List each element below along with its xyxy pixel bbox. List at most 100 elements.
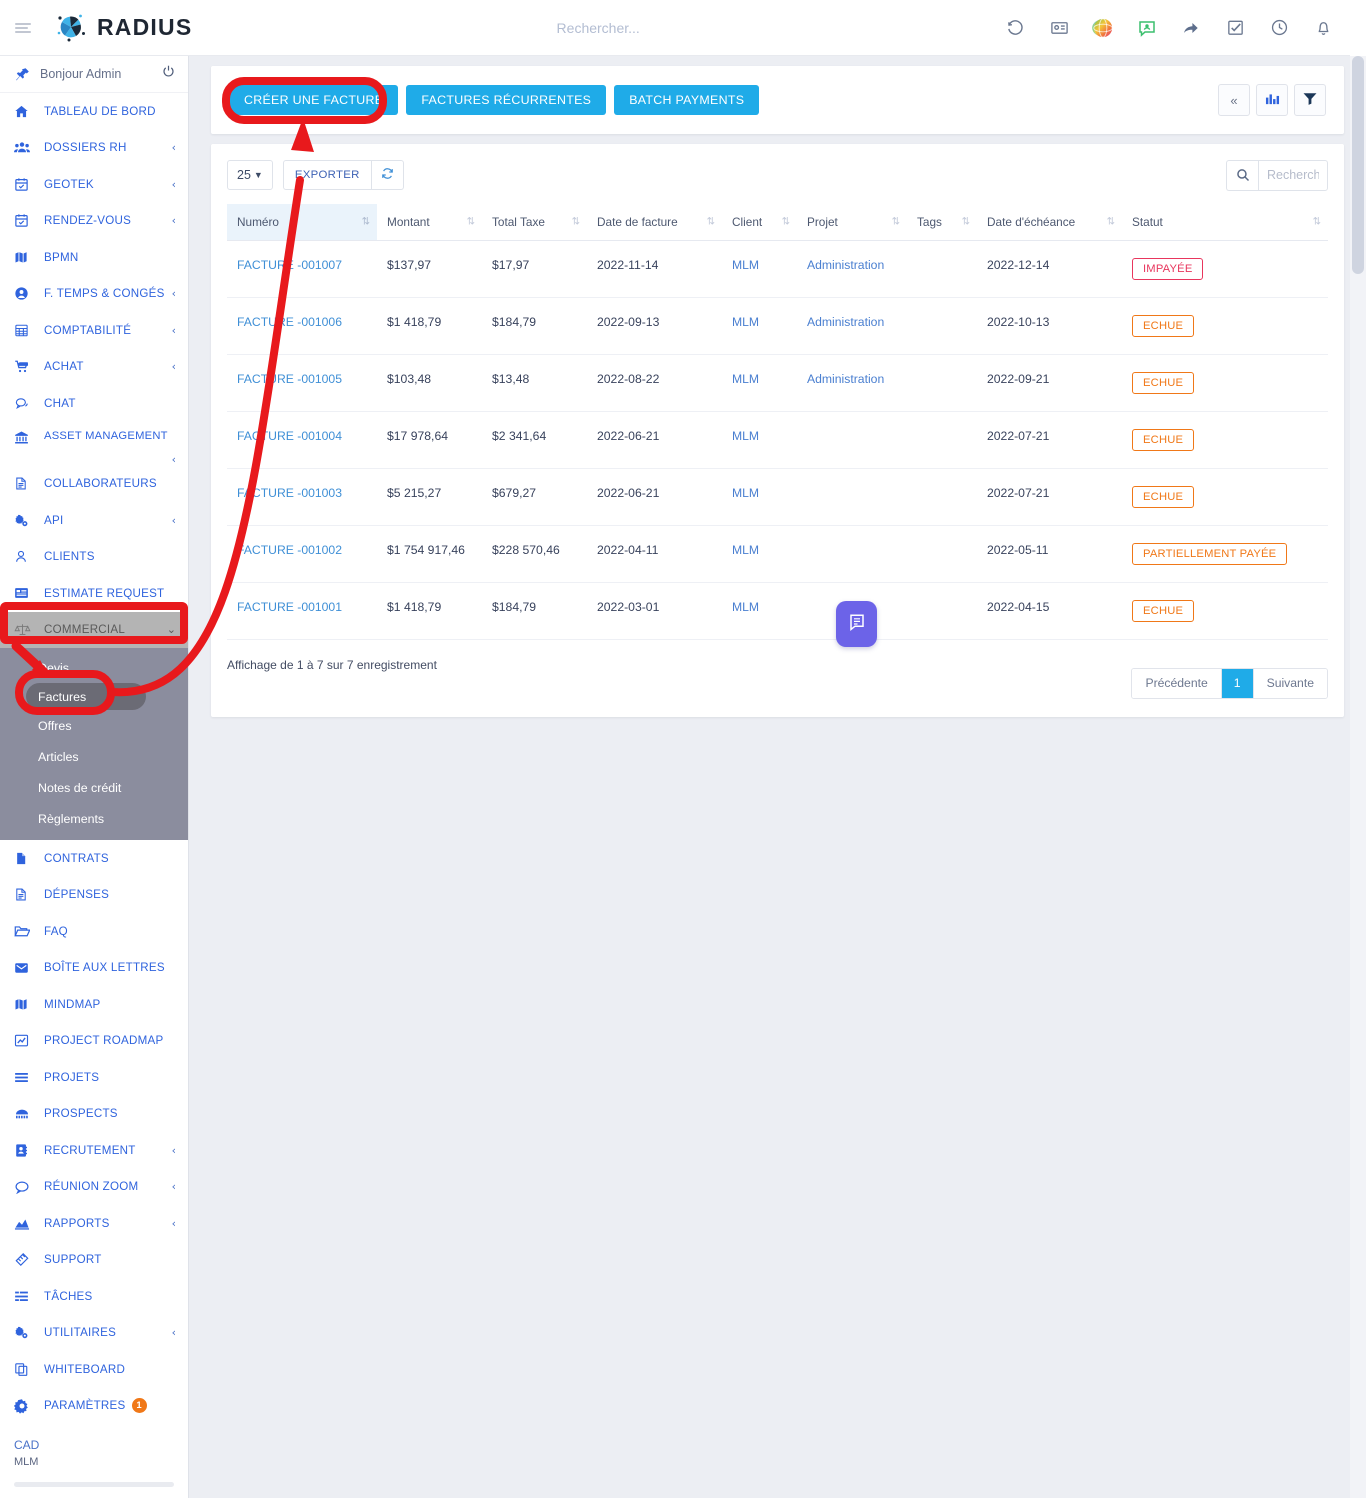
project-link[interactable]: Administration: [807, 372, 884, 386]
sidebar-item-support[interactable]: SUPPORT: [0, 1242, 188, 1279]
client-link[interactable]: MLM: [732, 429, 759, 443]
table-row[interactable]: FACTURE -001005 $103,48 $13,48 2022-08-22 ML…: [227, 354, 1328, 412]
client-link[interactable]: MLM: [732, 486, 759, 500]
filter-button[interactable]: [1294, 84, 1326, 116]
sidebar-item-faq[interactable]: FAQ: [0, 913, 188, 950]
invoice-number-link[interactable]: FACTURE -001005: [237, 372, 342, 386]
table-row[interactable]: FACTURE -001006 $1 418,79 $184,79 2022-09-1…: [227, 297, 1328, 355]
history-icon[interactable]: [1004, 17, 1026, 39]
pagination-page-1[interactable]: 1: [1220, 669, 1254, 698]
submenu-item-devis[interactable]: Devis: [0, 652, 188, 683]
sidebar-item-projets[interactable]: PROJETS: [0, 1059, 188, 1096]
sidebar-item-contrats[interactable]: CONTRATS: [0, 840, 188, 877]
scrollbar-thumb[interactable]: [1352, 56, 1364, 274]
column-header-projet[interactable]: Projet ⇅: [797, 204, 907, 241]
contact-card-icon[interactable]: [1048, 17, 1070, 39]
sidebar-item-taches[interactable]: TÂCHES: [0, 1278, 188, 1315]
invoice-number-link[interactable]: FACTURE -001004: [237, 429, 342, 443]
project-link[interactable]: Administration: [807, 258, 884, 272]
sidebar-item-rapports[interactable]: RAPPORTS ‹: [0, 1205, 188, 1242]
column-header-client[interactable]: Client ⇅: [722, 204, 797, 241]
collapse-button[interactable]: «: [1218, 84, 1250, 116]
global-search[interactable]: [192, 18, 1004, 37]
sidebar-item-temps-conges[interactable]: F. TEMPS & CONGÉS ‹: [0, 276, 188, 313]
pagination-next[interactable]: Suivante: [1253, 669, 1327, 698]
sidebar-item-boite-aux-lettres[interactable]: BOÎTE AUX LETTRES: [0, 950, 188, 987]
invoice-number-link[interactable]: FACTURE -001002: [237, 543, 342, 557]
recurring-invoices-button[interactable]: FACTURES RÉCURRENTES: [406, 85, 607, 115]
sidebar-item-commercial[interactable]: COMMERCIAL ⌄: [0, 611, 188, 648]
sidebar-item-estimate-request[interactable]: ESTIMATE REQUEST: [0, 575, 188, 612]
sidebar-item-depenses[interactable]: DÉPENSES: [0, 877, 188, 914]
invoice-number-link[interactable]: FACTURE -001001: [237, 600, 342, 614]
sidebar-item-comptabilite[interactable]: COMPTABILITÉ ‹: [0, 312, 188, 349]
create-invoice-button[interactable]: CRÉER UNE FACTURE: [229, 85, 399, 115]
sidebar-item-asset-management[interactable]: ASSET MANAGEMENT ‹: [0, 422, 188, 466]
sidebar-item-achat[interactable]: ACHAT ‹: [0, 349, 188, 386]
table-row[interactable]: FACTURE -001003 $5 215,27 $679,27 2022-06-2…: [227, 468, 1328, 526]
column-header-tags[interactable]: Tags ⇅: [907, 204, 977, 241]
sidebar-item-reunion-zoom[interactable]: RÉUNION ZOOM ‹: [0, 1169, 188, 1206]
column-header-montant[interactable]: Montant ⇅: [377, 204, 482, 241]
sidebar-scroll-indicator[interactable]: [14, 1482, 174, 1487]
sidebar-item-utilitaires[interactable]: UTILITAIRES ‹: [0, 1315, 188, 1352]
sidebar-item-collaborateurs[interactable]: COLLABORATEURS: [0, 466, 188, 503]
clock-icon[interactable]: [1268, 17, 1290, 39]
sidebar-item-api[interactable]: API ‹: [0, 502, 188, 539]
page-scrollbar[interactable]: [1350, 0, 1366, 1498]
invoice-number-link[interactable]: FACTURE -001003: [237, 486, 342, 500]
batch-payments-button[interactable]: BATCH PAYMENTS: [614, 85, 760, 115]
sidebar-item-dossiers-rh[interactable]: DOSSIERS RH ‹: [0, 130, 188, 167]
sidebar-item-prospects[interactable]: PROSPECTS: [0, 1096, 188, 1133]
submenu-item-reglements[interactable]: Règlements: [0, 803, 188, 834]
column-header-total-taxe[interactable]: Total Taxe ⇅: [482, 204, 587, 241]
sidebar-item-recrutement[interactable]: RECRUTEMENT ‹: [0, 1132, 188, 1169]
global-search-input[interactable]: [433, 18, 764, 37]
column-header-date-echeance[interactable]: Date d'échéance ⇅: [977, 204, 1122, 241]
sidebar-item-clients[interactable]: CLIENTS: [0, 539, 188, 576]
pagination-previous[interactable]: Précédente: [1132, 669, 1221, 698]
submenu-item-offres[interactable]: Offres: [0, 710, 188, 741]
share-forward-icon[interactable]: [1180, 17, 1202, 39]
chat-fab-button[interactable]: [836, 601, 877, 647]
invoice-number-link[interactable]: FACTURE -001007: [237, 258, 342, 272]
sidebar-item-chat[interactable]: CHAT: [0, 385, 188, 422]
column-header-statut[interactable]: Statut ⇅: [1122, 204, 1328, 241]
sidebar-item-rendez-vous[interactable]: RENDEZ-VOUS ‹: [0, 203, 188, 240]
statistics-button[interactable]: [1256, 84, 1288, 116]
submenu-item-factures[interactable]: Factures: [26, 683, 146, 710]
globe-color-icon[interactable]: [1092, 17, 1114, 39]
column-header-date-facture[interactable]: Date de facture ⇅: [587, 204, 722, 241]
submenu-item-articles[interactable]: Articles: [0, 741, 188, 772]
submenu-item-notes-de-credit[interactable]: Notes de crédit: [0, 772, 188, 803]
client-link[interactable]: MLM: [732, 372, 759, 386]
sidebar-item-bpmn[interactable]: BPMN: [0, 239, 188, 276]
column-header-numero[interactable]: Numéro ⇅: [227, 204, 377, 241]
client-link[interactable]: MLM: [732, 258, 759, 272]
sidebar-item-mindmap[interactable]: MINDMAP: [0, 986, 188, 1023]
invoice-number-link[interactable]: FACTURE -001006: [237, 315, 342, 329]
project-link[interactable]: Administration: [807, 315, 884, 329]
sidebar-item-project-roadmap[interactable]: PROJECT ROADMAP: [0, 1023, 188, 1060]
sidebar-item-whiteboard[interactable]: WHITEBOARD: [0, 1351, 188, 1388]
client-link[interactable]: MLM: [732, 600, 759, 614]
sidebar-item-parametres[interactable]: PARAMÈTRES 1: [0, 1388, 188, 1425]
export-button[interactable]: EXPORTER: [282, 160, 372, 190]
sidebar-item-geotek[interactable]: GEOTEK ‹: [0, 166, 188, 203]
hamburger-menu-icon[interactable]: [0, 21, 46, 35]
client-link[interactable]: MLM: [732, 315, 759, 329]
brand-logo-area[interactable]: RADIUS: [54, 11, 192, 45]
bell-icon[interactable]: [1312, 17, 1334, 39]
refresh-button[interactable]: [371, 160, 404, 190]
table-search-input[interactable]: [1258, 159, 1328, 191]
checkbox-task-icon[interactable]: [1224, 17, 1246, 39]
table-row[interactable]: FACTURE -001007 $137,97 $17,97 2022-11-14 ML…: [227, 240, 1328, 298]
power-icon[interactable]: [161, 64, 176, 84]
page-size-select[interactable]: 25 ▼: [227, 160, 273, 190]
sidebar-item-tableau-de-bord[interactable]: TABLEAU DE BORD: [0, 93, 188, 130]
table-row[interactable]: FACTURE -001001 $1 418,79 $184,79 2022-03-0…: [227, 582, 1328, 640]
table-row[interactable]: FACTURE -001004 $17 978,64 $2 341,64 2022-0…: [227, 411, 1328, 469]
message-user-icon[interactable]: [1136, 17, 1158, 39]
client-link[interactable]: MLM: [732, 543, 759, 557]
table-row[interactable]: FACTURE -001002 $1 754 917,46 $228 570,46 2…: [227, 525, 1328, 583]
